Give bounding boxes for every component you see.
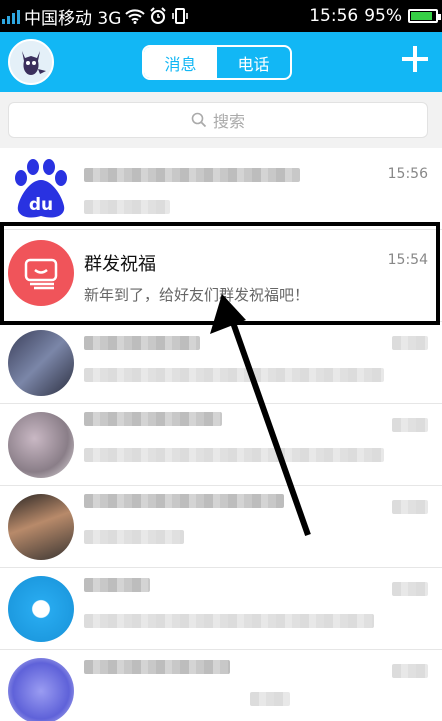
message-time: 15:56 [387, 166, 428, 182]
search-input[interactable]: 搜索 [8, 102, 428, 138]
blurred-preview [84, 200, 170, 214]
header-bar: 消息 电话 [0, 32, 442, 92]
blurred-preview [84, 530, 184, 544]
blurred-preview [84, 368, 384, 382]
blurred-time [392, 336, 428, 350]
my-avatar[interactable] [8, 39, 54, 85]
conversation-item[interactable] [0, 568, 442, 650]
carrier-label: 中国移动 3G [24, 8, 122, 29]
contact-avatar [8, 658, 74, 721]
clock: 15:56 [309, 6, 359, 26]
tab-calls[interactable]: 电话 [217, 47, 290, 78]
conversation-item-group-greeting[interactable]: 群发祝福 新年到了，给好友们群发祝福吧！ 15:54 [0, 230, 442, 322]
blurred-name [84, 336, 200, 350]
search-placeholder: 搜索 [212, 112, 245, 131]
blurred-time [392, 418, 428, 432]
blurred-preview [84, 448, 384, 462]
vibrate-icon [172, 8, 189, 24]
conversation-preview: 新年到了，给好友们群发祝福吧！ [84, 286, 310, 304]
contact-avatar [8, 576, 74, 642]
blurred-preview [84, 614, 374, 628]
contact-avatar [8, 330, 74, 396]
blurred-name [84, 578, 150, 592]
battery-icon [408, 9, 441, 23]
wifi-icon [125, 9, 146, 24]
contact-avatar [8, 412, 74, 478]
baidu-logo: du [8, 156, 74, 222]
tab-switcher: 消息 电话 [142, 45, 292, 80]
message-time: 15:54 [387, 252, 428, 268]
alarm-icon [150, 7, 167, 24]
blurred-name [84, 660, 230, 674]
conversation-title: 群发祝福 [84, 254, 156, 275]
blurred-preview [250, 692, 290, 706]
blurred-name [84, 168, 300, 182]
group-message-icon [8, 240, 74, 306]
blurred-name [84, 412, 222, 426]
conversation-item[interactable] [0, 650, 442, 721]
blurred-name [84, 494, 284, 508]
plus-icon[interactable] [402, 46, 428, 72]
battery-percent: 95% [364, 6, 402, 26]
conversation-item[interactable] [0, 322, 442, 404]
qq-message-screen: 中国移动 3G 15:56 95% 消息 电话 搜索 du 15:56 群发祝福… [0, 0, 442, 721]
tab-messages[interactable]: 消息 [144, 47, 217, 78]
contact-avatar [8, 494, 74, 560]
conversation-item[interactable] [0, 404, 442, 486]
search-icon [191, 112, 207, 128]
search-area: 搜索 [0, 92, 442, 148]
blurred-time [392, 664, 428, 678]
svg-text:du: du [29, 195, 53, 215]
status-bar: 中国移动 3G 15:56 95% [0, 0, 442, 32]
blurred-time [392, 582, 428, 596]
signal-icon [2, 8, 20, 24]
blurred-time [392, 500, 428, 514]
conversation-item[interactable] [0, 486, 442, 568]
conversation-item[interactable]: du 15:56 [0, 148, 442, 230]
